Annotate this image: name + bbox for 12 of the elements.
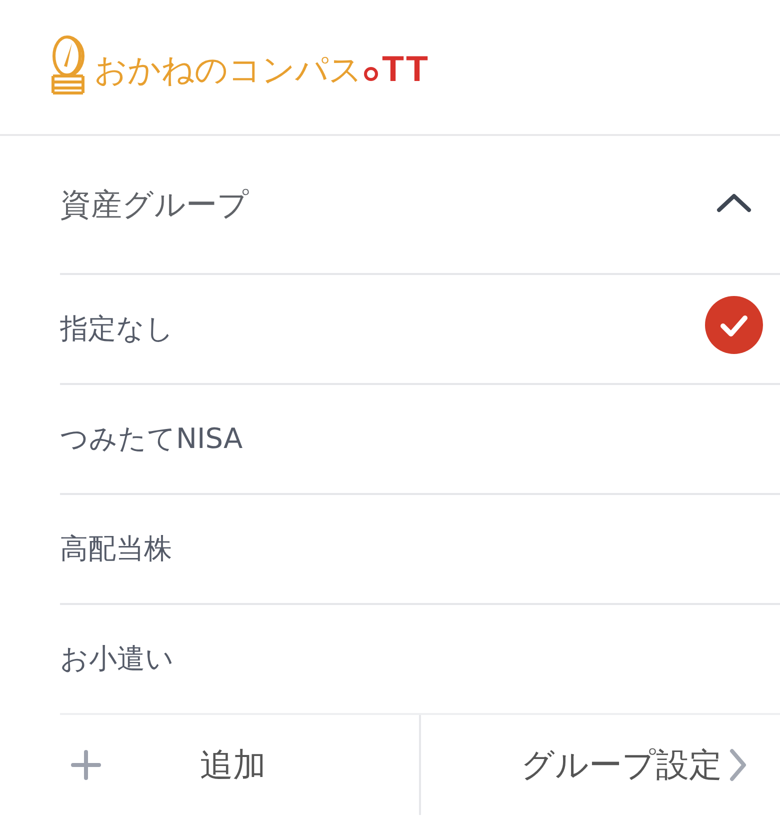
asset-group-toggle[interactable]: 資産グループ (60, 136, 780, 273)
group-option[interactable]: 高配当株 (60, 493, 780, 603)
group-option[interactable]: つみたてNISA (60, 383, 780, 493)
group-option[interactable]: 指定なし (60, 273, 780, 383)
chevron-right-icon (728, 748, 748, 782)
group-option[interactable]: お小遣い (60, 603, 780, 713)
logo-suffix: TT (382, 51, 430, 91)
logo-wordmark: おかねのコンパス (94, 53, 362, 91)
group-settings-button[interactable]: グループ設定 (421, 715, 780, 815)
add-group-button[interactable]: 追加 (60, 715, 421, 815)
plus-icon (70, 749, 102, 781)
ring-dot-icon (364, 67, 378, 81)
